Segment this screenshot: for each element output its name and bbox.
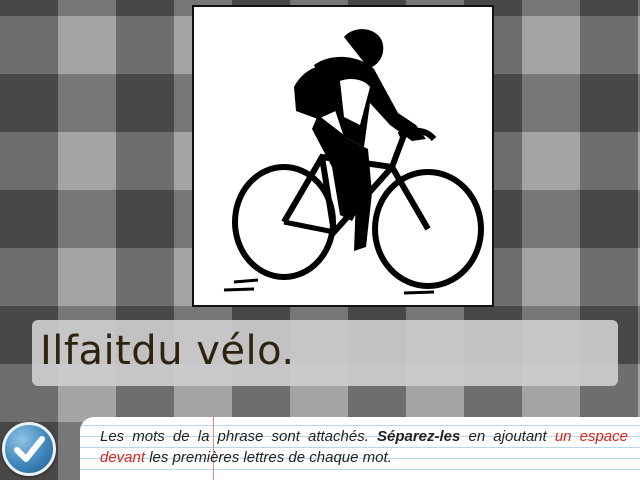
instruction-part3: les premières lettres de chaque mot.	[145, 449, 392, 466]
sentence-text[interactable]: Ilfaitdu vélo.	[40, 328, 295, 374]
instruction-panel: Les mots de la phrase sont attachés. Sép…	[80, 417, 640, 480]
instruction-text: Les mots de la phrase sont attachés. Sép…	[100, 426, 628, 468]
cyclist-illustration	[192, 5, 494, 307]
instruction-bold: Séparez-les	[376, 428, 461, 445]
check-button[interactable]	[2, 422, 56, 476]
instruction-part2: en ajoutant	[460, 428, 555, 445]
sentence-box[interactable]: Ilfaitdu vélo.	[32, 320, 618, 386]
instruction-part1: Les mots de la phrase sont attachés.	[100, 428, 377, 445]
cyclist-icon	[223, 29, 484, 295]
checkmark-icon	[14, 436, 45, 462]
